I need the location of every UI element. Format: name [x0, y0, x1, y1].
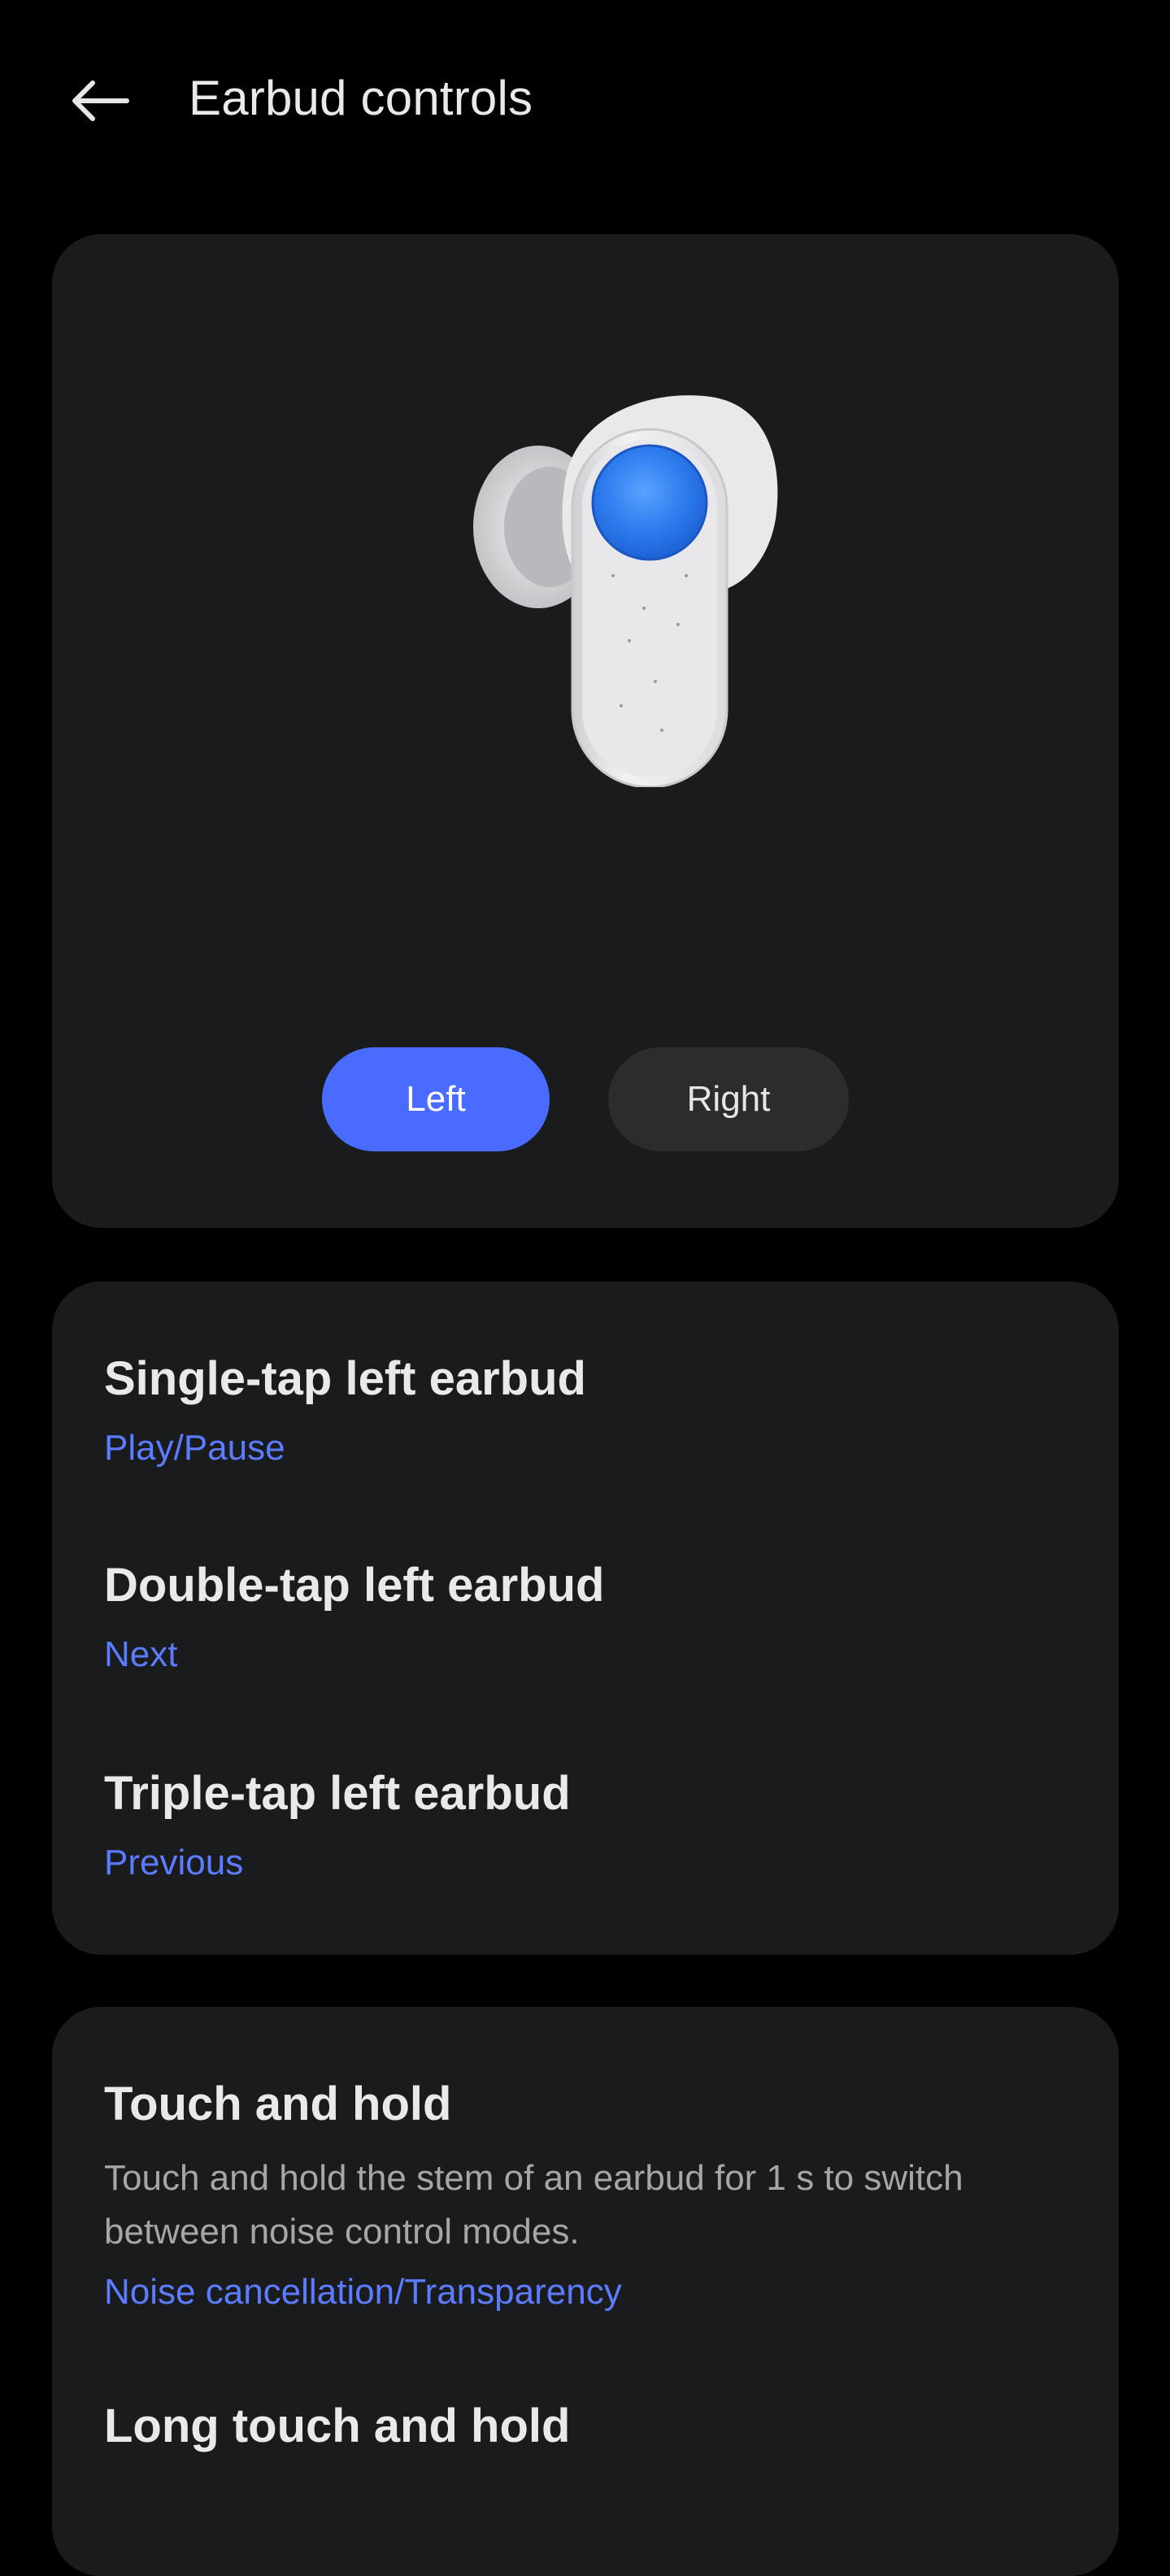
- triple-tap-value: Previous: [104, 1843, 244, 1882]
- page-title: Earbud controls: [189, 71, 533, 125]
- single-tap-row[interactable]: Single-tap left earbud Play/Pause: [52, 1281, 1119, 1503]
- double-tap-value: Next: [104, 1634, 178, 1674]
- long-touch-and-hold-row[interactable]: Long touch and hold: [52, 2365, 1119, 2576]
- touch-and-hold-description: Touch and hold the stem of an earbud for…: [104, 2158, 963, 2252]
- back-button[interactable]: [59, 63, 140, 138]
- double-tap-row[interactable]: Double-tap left earbud Next: [52, 1503, 1119, 1711]
- long-touch-and-hold-title: Long touch and hold: [104, 2400, 571, 2452]
- triple-tap-row[interactable]: Triple-tap left earbud Previous: [52, 1711, 1119, 1955]
- earbud-preview-card: Left Right: [52, 234, 1119, 1228]
- left-earbud-tab[interactable]: Left: [322, 1047, 550, 1151]
- triple-tap-title: Triple-tap left earbud: [104, 1767, 571, 1820]
- app-bar: Earbud controls: [0, 0, 1170, 203]
- double-tap-title: Double-tap left earbud: [104, 1559, 605, 1612]
- right-earbud-tab[interactable]: Right: [608, 1047, 849, 1151]
- tap-controls-card: Single-tap left earbud Play/Pause Double…: [52, 1281, 1119, 1955]
- arrow-left-icon: [72, 80, 129, 121]
- hold-controls-card: Touch and hold Touch and hold the stem o…: [52, 2007, 1119, 2576]
- touch-and-hold-row[interactable]: Touch and hold Touch and hold the stem o…: [52, 2007, 1119, 2312]
- touch-and-hold-value: Noise cancellation/Transparency: [104, 2272, 622, 2312]
- single-tap-value: Play/Pause: [104, 1428, 285, 1468]
- single-tap-title: Single-tap left earbud: [104, 1352, 586, 1405]
- touch-and-hold-title: Touch and hold: [104, 2078, 452, 2130]
- earbud-image: [442, 364, 833, 789]
